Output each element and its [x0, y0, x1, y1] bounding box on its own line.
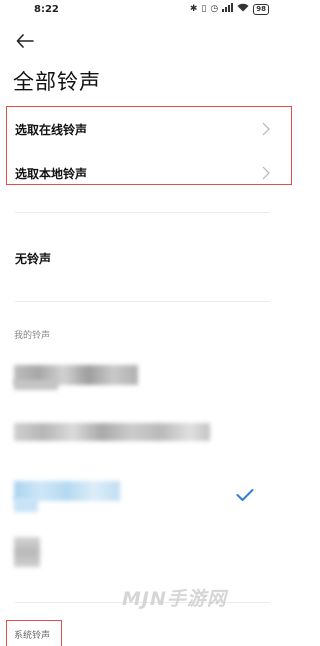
vibrate-icon: ▯ [201, 4, 207, 14]
chevron-right-icon [262, 166, 270, 180]
alarm-icon: ◷ [210, 4, 219, 14]
redacted-name [14, 537, 40, 567]
divider [15, 301, 270, 302]
status-time: 8:22 [34, 4, 59, 15]
page-title: 全部铃声 [13, 70, 101, 94]
signal-icon [222, 3, 234, 15]
wifi-icon [237, 3, 249, 15]
online-ringtone-row[interactable]: 选取在线铃声 [0, 111, 297, 147]
no-ringtone-option[interactable]: 无铃声 [15, 250, 51, 267]
divider [15, 212, 270, 213]
redacted-name [14, 423, 210, 441]
status-icons: ✱ ▯ ◷ 98 [190, 3, 269, 15]
online-ringtone-label: 选取在线铃声 [15, 122, 88, 137]
arrow-left-icon [16, 34, 34, 48]
system-ringtones-header: 系统铃声 [14, 631, 51, 641]
battery-indicator: 98 [253, 3, 269, 15]
status-bar: 8:22 ✱ ▯ ◷ 98 [0, 0, 297, 22]
back-button[interactable] [14, 32, 36, 50]
bluetooth-icon: ✱ [189, 4, 198, 14]
redacted-name [14, 498, 38, 512]
checkmark-icon [236, 489, 254, 501]
my-ringtones-header: 我的铃声 [14, 331, 51, 341]
local-ringtone-row[interactable]: 选取本地铃声 [0, 155, 297, 191]
local-ringtone-label: 选取本地铃声 [15, 166, 88, 181]
redacted-name [14, 380, 58, 390]
chevron-right-icon [262, 122, 270, 136]
watermark: MJN手游网 [122, 588, 227, 610]
